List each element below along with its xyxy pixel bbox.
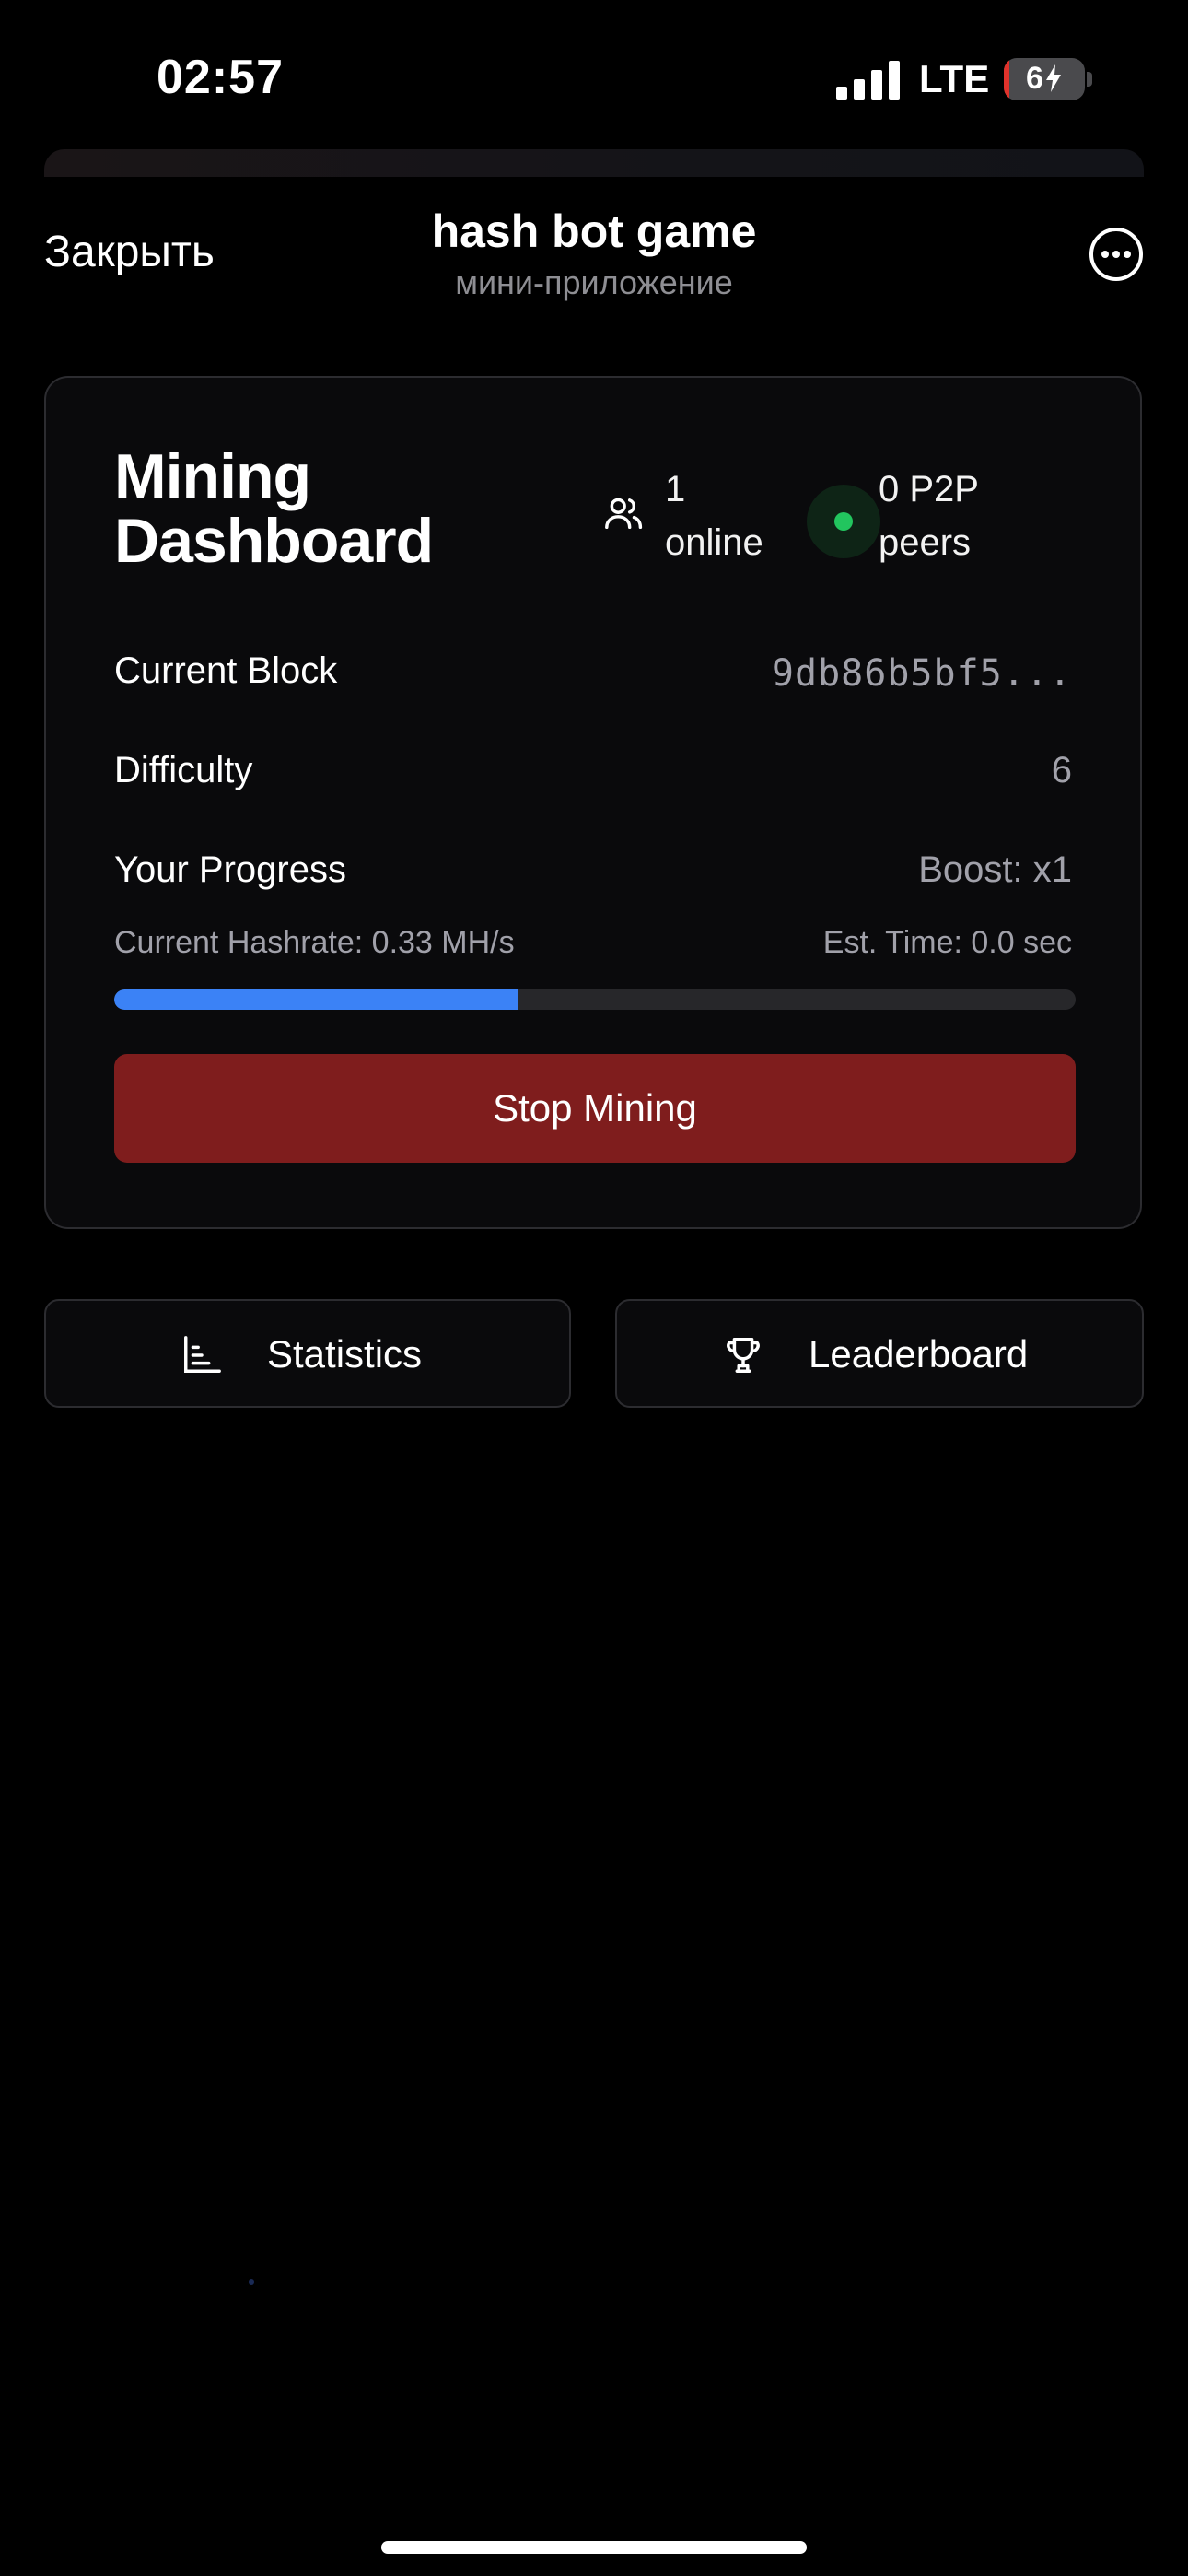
signal-icon [836, 61, 900, 100]
current-block-label: Current Block [114, 650, 338, 691]
mining-progress-bar [114, 989, 1076, 1010]
boost-value: Boost: x1 [918, 849, 1072, 890]
dashboard-title: Mining Dashboard [114, 441, 434, 576]
difficulty-label: Difficulty [114, 750, 253, 790]
est-time-text: Est. Time: 0.0 sec [822, 925, 1072, 960]
statistics-button[interactable]: Statistics [44, 1299, 571, 1408]
more-horizontal-circle-icon[interactable] [1089, 227, 1144, 282]
hashrate-text: Current Hashrate: 0.33 MH/s [114, 925, 515, 960]
app-title: hash bot game [431, 205, 757, 257]
status-bar: 02:57 LTE 6 [0, 0, 1188, 147]
battery-cap [1087, 72, 1092, 87]
bar-chart-icon [184, 1336, 221, 1373]
network-label: LTE [919, 57, 990, 100]
background-dot [249, 2279, 254, 2285]
online-count: 1 online [665, 469, 763, 563]
battery-indicator: 6 [1004, 58, 1085, 100]
mining-progress-fill [114, 989, 518, 1010]
home-indicator[interactable] [381, 2541, 807, 2554]
sheet-edge [44, 149, 1144, 177]
battery-percent: 6 [1004, 61, 1085, 97]
mining-dashboard-card: Mining Dashboard 1 online 0 P2P peers Cu… [44, 376, 1142, 1229]
leaderboard-label: Leaderboard [809, 1332, 1029, 1376]
difficulty-value: 6 [1051, 750, 1072, 790]
status-time: 02:57 [157, 51, 284, 104]
users-icon [605, 498, 643, 530]
statistics-label: Statistics [267, 1332, 423, 1376]
peer-status-dot [834, 512, 853, 531]
stop-mining-button[interactable]: Stop Mining [114, 1054, 1076, 1163]
current-block-value: 9db86b5bf5... [771, 652, 1072, 695]
trophy-icon [727, 1338, 760, 1373]
progress-label: Your Progress [114, 849, 346, 890]
leaderboard-button[interactable]: Leaderboard [615, 1299, 1144, 1408]
app-subtitle: мини-приложение [455, 263, 733, 301]
peers-count: 0 P2P peers [879, 469, 979, 563]
charging-bolt-icon [1045, 64, 1061, 92]
